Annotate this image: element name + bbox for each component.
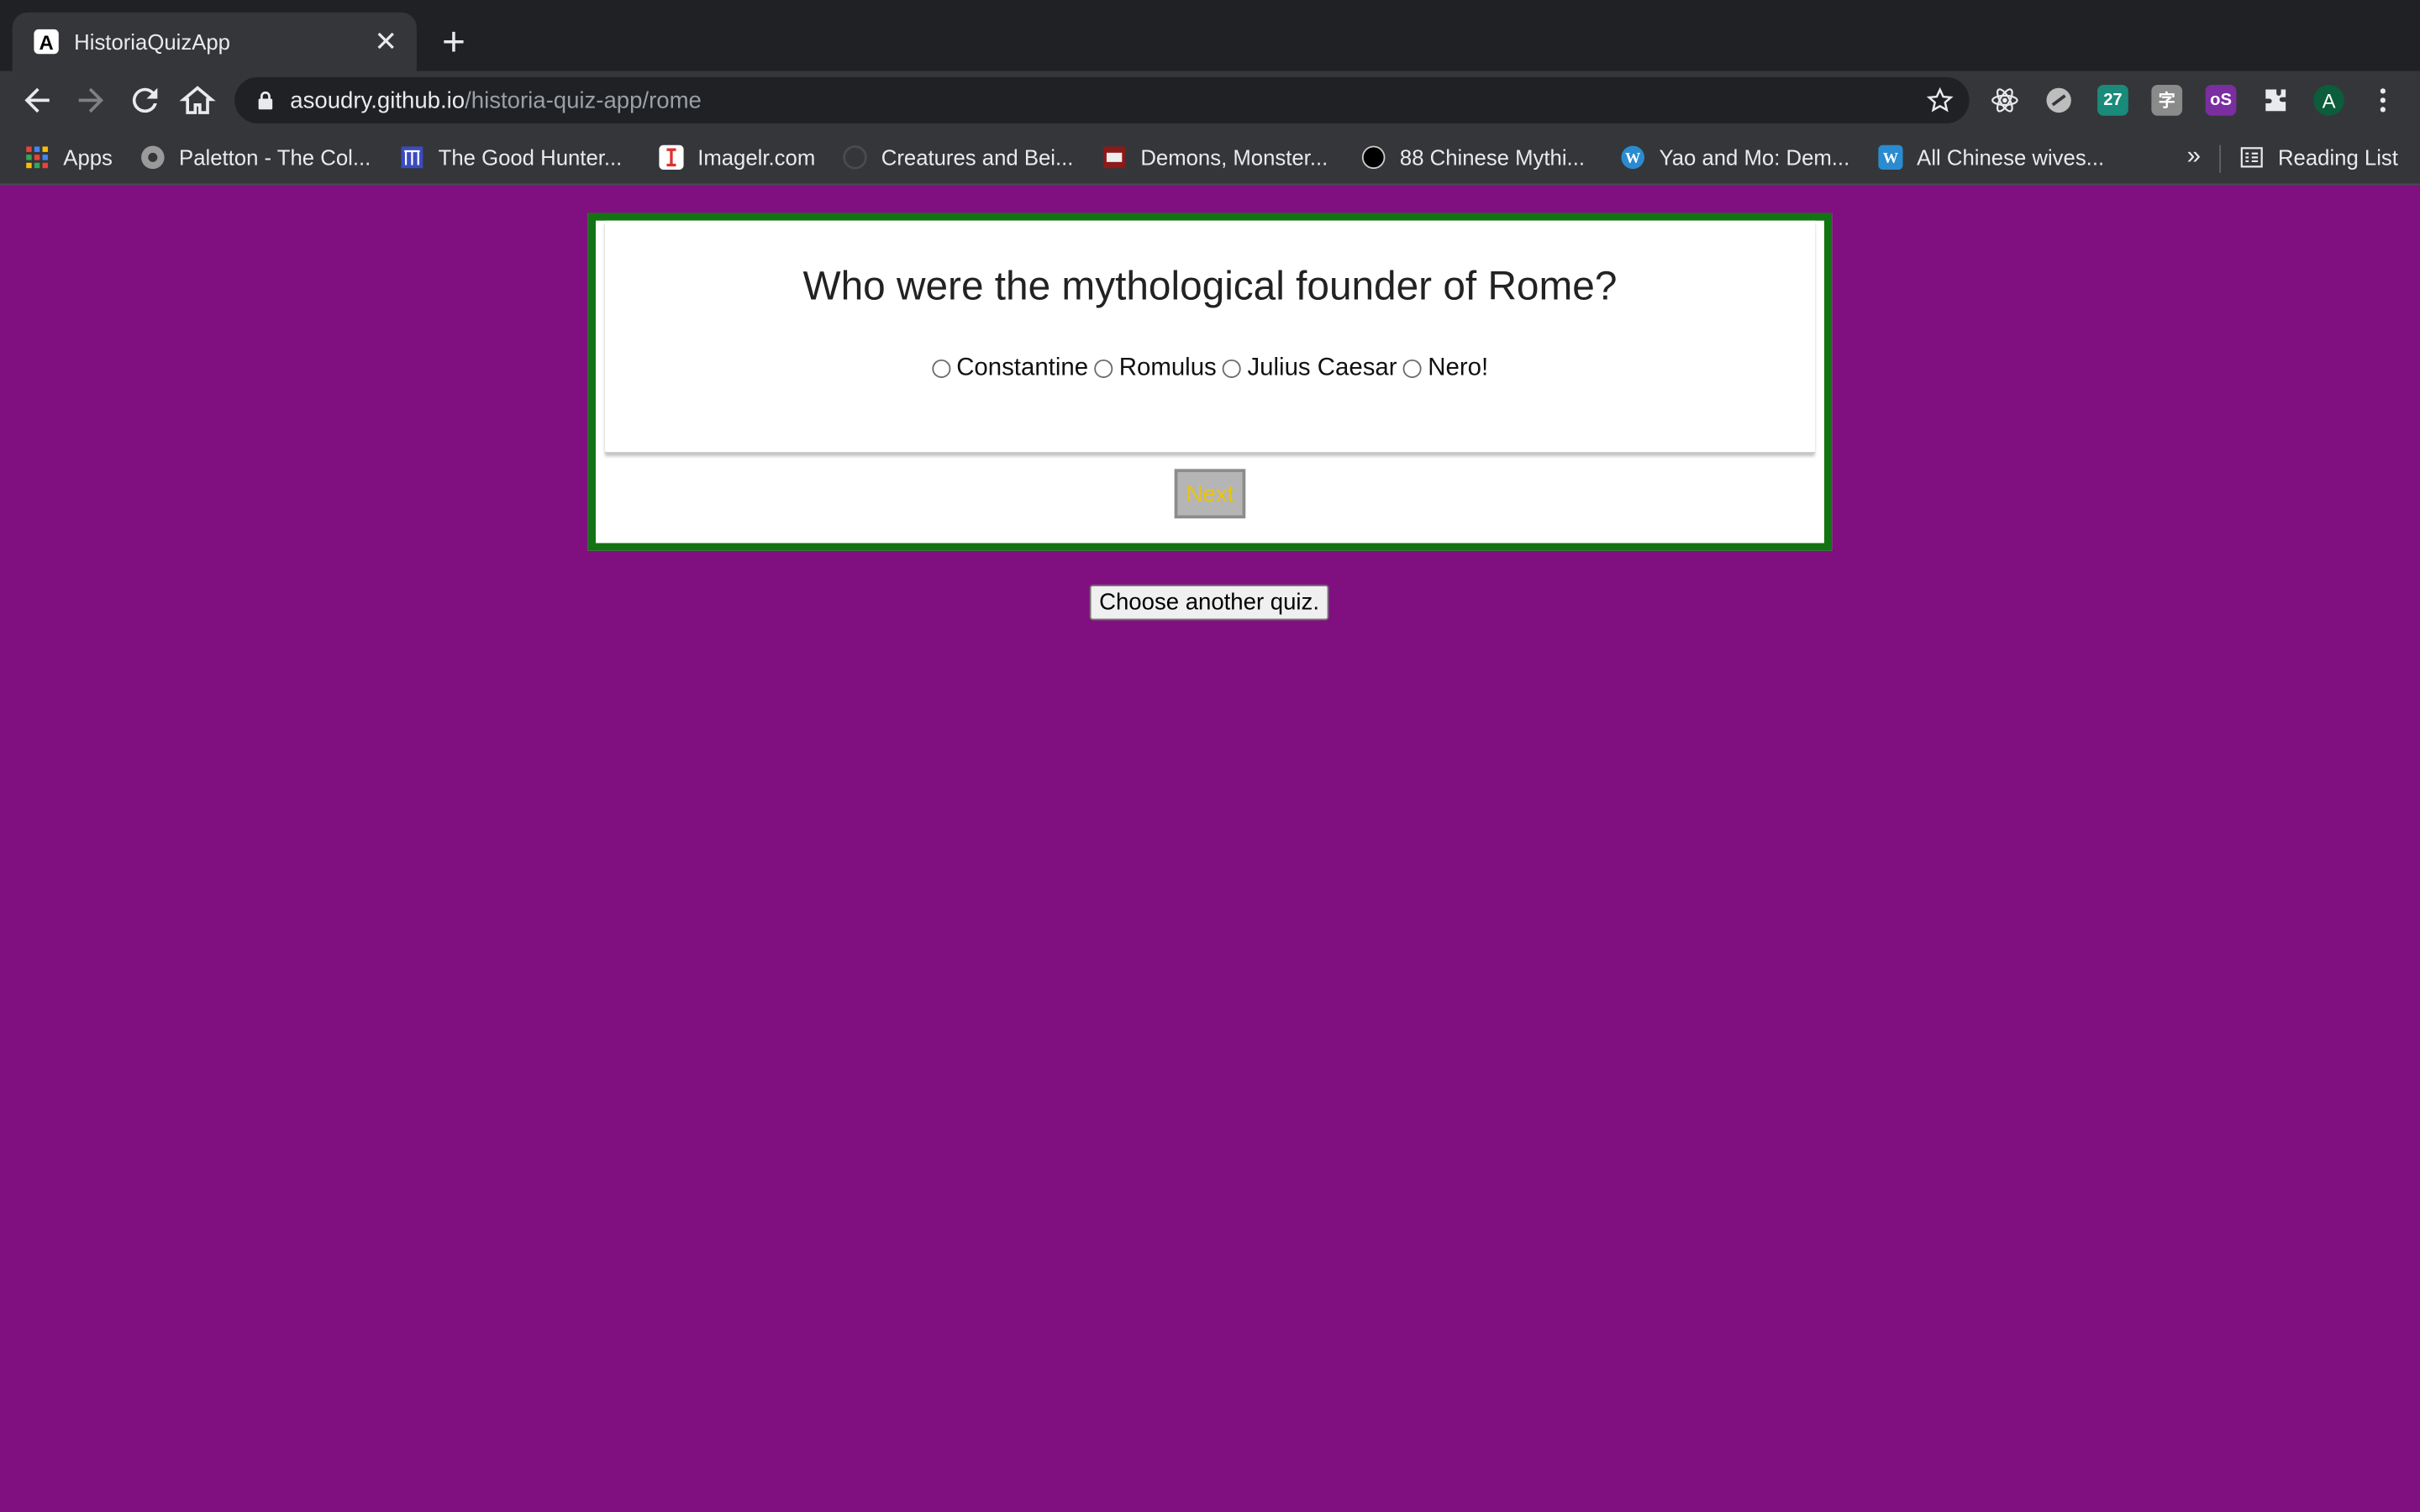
bookmark-label: Apps bbox=[63, 144, 113, 171]
tab-title: HistoriaQuizApp bbox=[74, 29, 230, 55]
bookmark-label: 88 Chinese Mythi... bbox=[1399, 144, 1586, 171]
url-host: asoudry.github.io bbox=[290, 87, 466, 113]
angular-favicon-icon: A bbox=[34, 29, 59, 55]
kanji-extension-icon[interactable]: 字 bbox=[2151, 85, 2183, 116]
lock-icon bbox=[258, 91, 273, 110]
bookmark-label: Demons, Monster... bbox=[1140, 144, 1328, 171]
book-icon bbox=[1103, 146, 1125, 169]
circle-icon bbox=[1361, 145, 1386, 170]
answer-label: Constantine bbox=[956, 354, 1089, 381]
choose-another-quiz-button[interactable]: Choose another quiz. bbox=[1089, 585, 1329, 621]
bookmark-good-hunter[interactable]: The Good Hunter... bbox=[400, 142, 623, 173]
back-arrow-icon[interactable] bbox=[18, 81, 55, 118]
bookmark-label: Yao and Mo: Dem... bbox=[1659, 144, 1850, 171]
bookmark-chinese-mythical[interactable]: 88 Chinese Mythi... bbox=[1361, 142, 1585, 173]
answer-options: Constantine Romulus Julius Caesar Nero! bbox=[605, 354, 1815, 382]
browser-window: A HistoriaQuizApp ✕ + asoudry.github.io/… bbox=[0, 0, 2420, 1512]
apps-grid-icon bbox=[26, 146, 48, 169]
radio-button[interactable] bbox=[931, 359, 950, 378]
answer-option-julius-caesar[interactable]: Julius Caesar bbox=[1223, 354, 1397, 382]
bookmark-yao-and-mo[interactable]: W Yao and Mo: Dem... bbox=[1621, 142, 1850, 173]
question-panel: Who were the mythological founder of Rom… bbox=[604, 220, 1815, 454]
bookmarks-overflow-chevron-icon[interactable]: » bbox=[2187, 142, 2201, 173]
radio-button[interactable] bbox=[1094, 359, 1113, 378]
reading-list-icon bbox=[2240, 147, 2263, 168]
building-icon bbox=[401, 146, 424, 169]
bookmark-apps[interactable]: Apps bbox=[24, 142, 113, 173]
new-tab-icon[interactable]: + bbox=[435, 22, 472, 62]
wordpress-icon: W bbox=[1621, 145, 1645, 170]
answer-label: Romulus bbox=[1118, 354, 1217, 381]
tab-close-icon[interactable]: ✕ bbox=[371, 25, 402, 58]
imagelr-icon bbox=[659, 144, 684, 171]
browser-toolbar: asoudry.github.io/historia-quiz-app/rome… bbox=[0, 71, 2420, 130]
reading-list-label: Reading List bbox=[2277, 144, 2398, 171]
radio-button[interactable] bbox=[1223, 359, 1242, 378]
bookmark-label: Imagelr.com bbox=[697, 144, 816, 171]
paletton-icon bbox=[141, 145, 165, 170]
calendar-extension-icon[interactable]: 27 bbox=[2097, 85, 2128, 116]
svg-text:W: W bbox=[1625, 150, 1641, 166]
quiz-card: Who were the mythological founder of Rom… bbox=[587, 213, 1833, 551]
profile-avatar[interactable]: A bbox=[2313, 85, 2344, 116]
answer-option-romulus[interactable]: Romulus bbox=[1094, 354, 1217, 382]
answer-label: Nero! bbox=[1428, 354, 1489, 381]
radio-button[interactable] bbox=[1402, 359, 1422, 378]
bookmark-label: Creatures and Bei... bbox=[881, 144, 1074, 171]
globe-icon bbox=[843, 145, 867, 170]
bookmark-paletton[interactable]: Paletton - The Col... bbox=[140, 142, 371, 173]
forward-arrow-icon[interactable] bbox=[72, 81, 109, 118]
answer-option-nero[interactable]: Nero! bbox=[1402, 354, 1489, 382]
url-path: /historia-quiz-app/rome bbox=[465, 87, 702, 113]
home-icon[interactable] bbox=[179, 81, 216, 118]
os-extension-icon[interactable]: oS bbox=[2205, 85, 2237, 116]
answer-label: Julius Caesar bbox=[1247, 354, 1397, 381]
extension-icon[interactable] bbox=[2044, 85, 2075, 116]
svg-text:W: W bbox=[1883, 150, 1899, 166]
next-button[interactable]: Next bbox=[1174, 469, 1246, 519]
bookmark-star-icon[interactable] bbox=[1926, 87, 1954, 114]
address-bar[interactable]: asoudry.github.io/historia-quiz-app/rome bbox=[234, 76, 1970, 123]
puzzle-extensions-icon[interactable] bbox=[2260, 85, 2291, 116]
bookmark-all-chinese-wives[interactable]: W All Chinese wives... bbox=[1878, 142, 2104, 173]
bookmarks-divider bbox=[2219, 144, 2222, 173]
bookmark-creatures[interactable]: Creatures and Bei... bbox=[843, 142, 1074, 173]
bookmark-label: All Chinese wives... bbox=[1917, 144, 2105, 171]
reading-list-button[interactable]: Reading List bbox=[2239, 142, 2398, 173]
url-text: asoudry.github.io/historia-quiz-app/rome bbox=[290, 87, 702, 113]
bookmark-demons[interactable]: Demons, Monster... bbox=[1102, 142, 1328, 173]
bookmark-label: Paletton - The Col... bbox=[179, 144, 371, 171]
wordpress-square-icon: W bbox=[1878, 144, 1903, 171]
bookmarks-bar: Apps Paletton - The Col... The Good Hunt… bbox=[0, 129, 2420, 186]
bookmark-imagelr[interactable]: Imagelr.com bbox=[659, 142, 815, 173]
question-text: Who were the mythological founder of Rom… bbox=[802, 262, 1618, 309]
react-devtools-icon[interactable] bbox=[1990, 85, 2021, 116]
tab-historia-quiz-app[interactable]: A HistoriaQuizApp ✕ bbox=[12, 12, 417, 71]
answer-option-constantine[interactable]: Constantine bbox=[931, 354, 1089, 382]
bookmark-label: The Good Hunter... bbox=[438, 144, 623, 171]
reload-icon[interactable] bbox=[127, 81, 164, 118]
kebab-menu-icon[interactable] bbox=[2367, 85, 2398, 116]
tab-strip: A HistoriaQuizApp ✕ + bbox=[0, 0, 2420, 71]
